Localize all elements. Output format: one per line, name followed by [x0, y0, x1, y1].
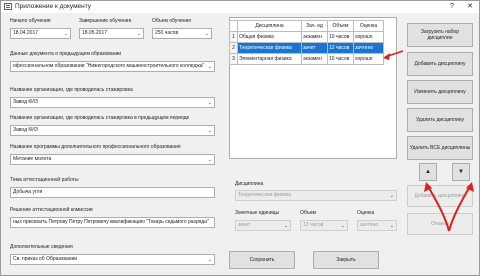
extra-info-field[interactable]: Св. приказ об Образовании ⌄ — [10, 254, 215, 265]
detail-volume-field[interactable]: 12 часов ⌄ — [300, 220, 348, 231]
start-date-label: Начало обучения — [10, 18, 51, 24]
chevron-down-icon[interactable]: ⌄ — [208, 256, 212, 264]
chevron-down-icon[interactable]: ⌄ — [208, 63, 212, 71]
end-date-value: 18.05.2017 — [82, 30, 108, 36]
table-header-row: Дисциплина Зач. ед Объем Оценка — [229, 20, 384, 32]
edit-discipline-button[interactable]: Изменить дисциплину — [407, 80, 473, 104]
cell-credit[interactable]: экзамен — [301, 53, 328, 65]
cell-credit[interactable]: экзамен — [301, 31, 328, 43]
prev-doc-label: Данные документа о предыдущем образовани… — [10, 51, 122, 57]
chevron-down-icon[interactable]: ⌄ — [390, 222, 394, 230]
detail-discipline-value: Теоретическая физика — [238, 192, 291, 198]
detail-volume-label: Объем — [300, 210, 316, 216]
title-bar: Приложение к документу ? ✕ — [1, 1, 479, 13]
intern-org-value: Завод КИЗ — [13, 99, 38, 105]
chevron-down-icon[interactable]: ⌄ — [390, 192, 394, 200]
detail-credit-field[interactable]: зачет ⌄ — [235, 220, 291, 231]
column-header[interactable]: Объем — [327, 20, 354, 32]
delete-all-disciplines-button[interactable]: Удалить ВСЕ дисциплины — [407, 136, 473, 160]
cell-grade[interactable]: зачтено — [353, 42, 384, 54]
program-value: Метание молота — [13, 156, 52, 162]
cell-discipline[interactable]: Элементарная физика — [237, 53, 302, 65]
end-date-label: Завершение обучения — [79, 18, 132, 24]
intern-org-label: Название организации, где проводилась ст… — [10, 87, 133, 93]
arrow-up-icon: ▲ — [425, 169, 431, 175]
cell-volume[interactable]: 10 часов — [327, 31, 354, 43]
detail-credit-label: Зачетные единицы — [235, 210, 280, 216]
detail-credit-value: зачет — [238, 222, 251, 228]
load-disciplines-button[interactable]: Загрузить набор дисциплин — [407, 23, 473, 47]
decision-value: ных присвоить Петрову Петру Петровичу кв… — [13, 219, 209, 225]
detail-grade-value: зачтено — [360, 222, 379, 228]
prev-intern-org-field[interactable]: Завод КИЗ ⌄ — [10, 125, 215, 136]
column-header[interactable]: Зач. ед — [301, 20, 328, 32]
cell-grade[interactable]: хорошо — [353, 31, 384, 43]
volume-label: Объем обучения — [152, 18, 192, 24]
close-button[interactable]: Закрыть — [313, 251, 379, 269]
disciplines-table: Дисциплина Зач. ед Объем Оценка 1 Общая … — [229, 20, 384, 65]
detail-volume-value: 12 часов — [303, 222, 324, 228]
extra-info-value: Св. приказ об Образовании — [13, 256, 78, 262]
program-field[interactable]: Метание молота ⌄ — [10, 154, 215, 165]
cell-volume[interactable]: 10 часов — [327, 53, 354, 65]
volume-field[interactable]: 250 часов ⌄ — [152, 28, 212, 39]
help-button[interactable]: ? — [447, 2, 457, 12]
program-label: Название программы дополнительного профе… — [10, 144, 181, 150]
chevron-down-icon[interactable]: ⌄ — [284, 222, 288, 230]
row-number[interactable]: 3 — [229, 53, 238, 65]
column-header[interactable]: Дисциплина — [237, 20, 302, 32]
detail-discipline-label: Дисциплина — [235, 181, 264, 187]
cell-grade[interactable]: хорошо — [353, 53, 384, 65]
cell-credit[interactable]: зачет — [301, 42, 328, 54]
start-date-field[interactable]: 18.04.2017 ⌄ — [10, 28, 71, 39]
chevron-down-icon[interactable]: ⌄ — [137, 30, 141, 38]
app-window: Приложение к документу ? ✕ Начало обучен… — [0, 0, 480, 276]
add-discipline-button[interactable]: Добавить дисциплину — [407, 52, 473, 76]
red-arrows-icon — [424, 182, 474, 232]
table-row[interactable]: 3 Элементарная физика экзамен 10 часов х… — [229, 53, 384, 65]
row-header-corner — [229, 20, 238, 32]
chevron-down-icon[interactable]: ⌄ — [205, 30, 209, 38]
chevron-down-icon[interactable]: ⌄ — [341, 222, 345, 230]
arrow-down-icon: ▼ — [458, 169, 464, 175]
cell-discipline[interactable]: Теоретическая физика — [237, 42, 302, 54]
decision-label: Решение аттестационной комиссии — [10, 207, 93, 213]
prev-doc-field[interactable]: офессиональном образовании "Нижегородско… — [10, 61, 215, 72]
extra-info-label: Дополнительные сведения — [10, 244, 73, 250]
save-button[interactable]: Сохранить — [229, 251, 295, 269]
detail-discipline-field[interactable]: Теоретическая физика ⌄ — [235, 190, 397, 201]
prev-intern-org-value: Завод КИЗ — [13, 127, 38, 133]
chevron-down-icon[interactable]: ⌄ — [208, 99, 212, 107]
prev-doc-value: офессиональном образовании "Нижегородско… — [13, 63, 205, 69]
volume-value: 250 часов — [155, 30, 179, 36]
table-row[interactable]: 1 Общая физика экзамен 10 часов хорошо — [229, 31, 384, 43]
intern-org-field[interactable]: Завод КИЗ ⌄ — [10, 97, 215, 108]
delete-discipline-button[interactable]: Удалить дисциплину — [407, 108, 473, 132]
window-icon — [4, 3, 12, 10]
topic-value: Добыча угля — [13, 189, 43, 195]
cell-discipline[interactable]: Общая физика — [237, 31, 302, 43]
row-number[interactable]: 1 — [229, 31, 238, 43]
detail-grade-label: Оценка — [357, 210, 375, 216]
close-window-button[interactable]: ✕ — [465, 2, 475, 12]
table-row[interactable]: 2 Теоретическая физика зачет 12 часов за… — [229, 42, 384, 54]
end-date-field[interactable]: 18.05.2017 ⌄ — [79, 28, 144, 39]
start-date-value: 18.04.2017 — [13, 30, 39, 36]
red-arrow-icon — [383, 50, 404, 60]
chevron-down-icon[interactable]: ⌄ — [208, 127, 212, 135]
detail-grade-field[interactable]: зачтено ⌄ — [357, 220, 397, 231]
chevron-down-icon[interactable]: ⌄ — [64, 30, 68, 38]
topic-label: Тема аттестационной работы — [10, 177, 79, 183]
column-header[interactable]: Оценка — [353, 20, 384, 32]
cell-volume[interactable]: 12 часов — [327, 42, 354, 54]
topic-field[interactable]: Добыча угля — [10, 187, 215, 198]
chevron-down-icon[interactable]: ⌄ — [208, 156, 212, 164]
decision-field[interactable]: ных присвоить Петрову Петру Петровичу кв… — [10, 217, 215, 228]
row-number[interactable]: 2 — [229, 42, 238, 54]
prev-intern-org-label: Название организации, где проводилась ст… — [10, 115, 190, 121]
window-title: Приложение к документу — [15, 3, 92, 10]
